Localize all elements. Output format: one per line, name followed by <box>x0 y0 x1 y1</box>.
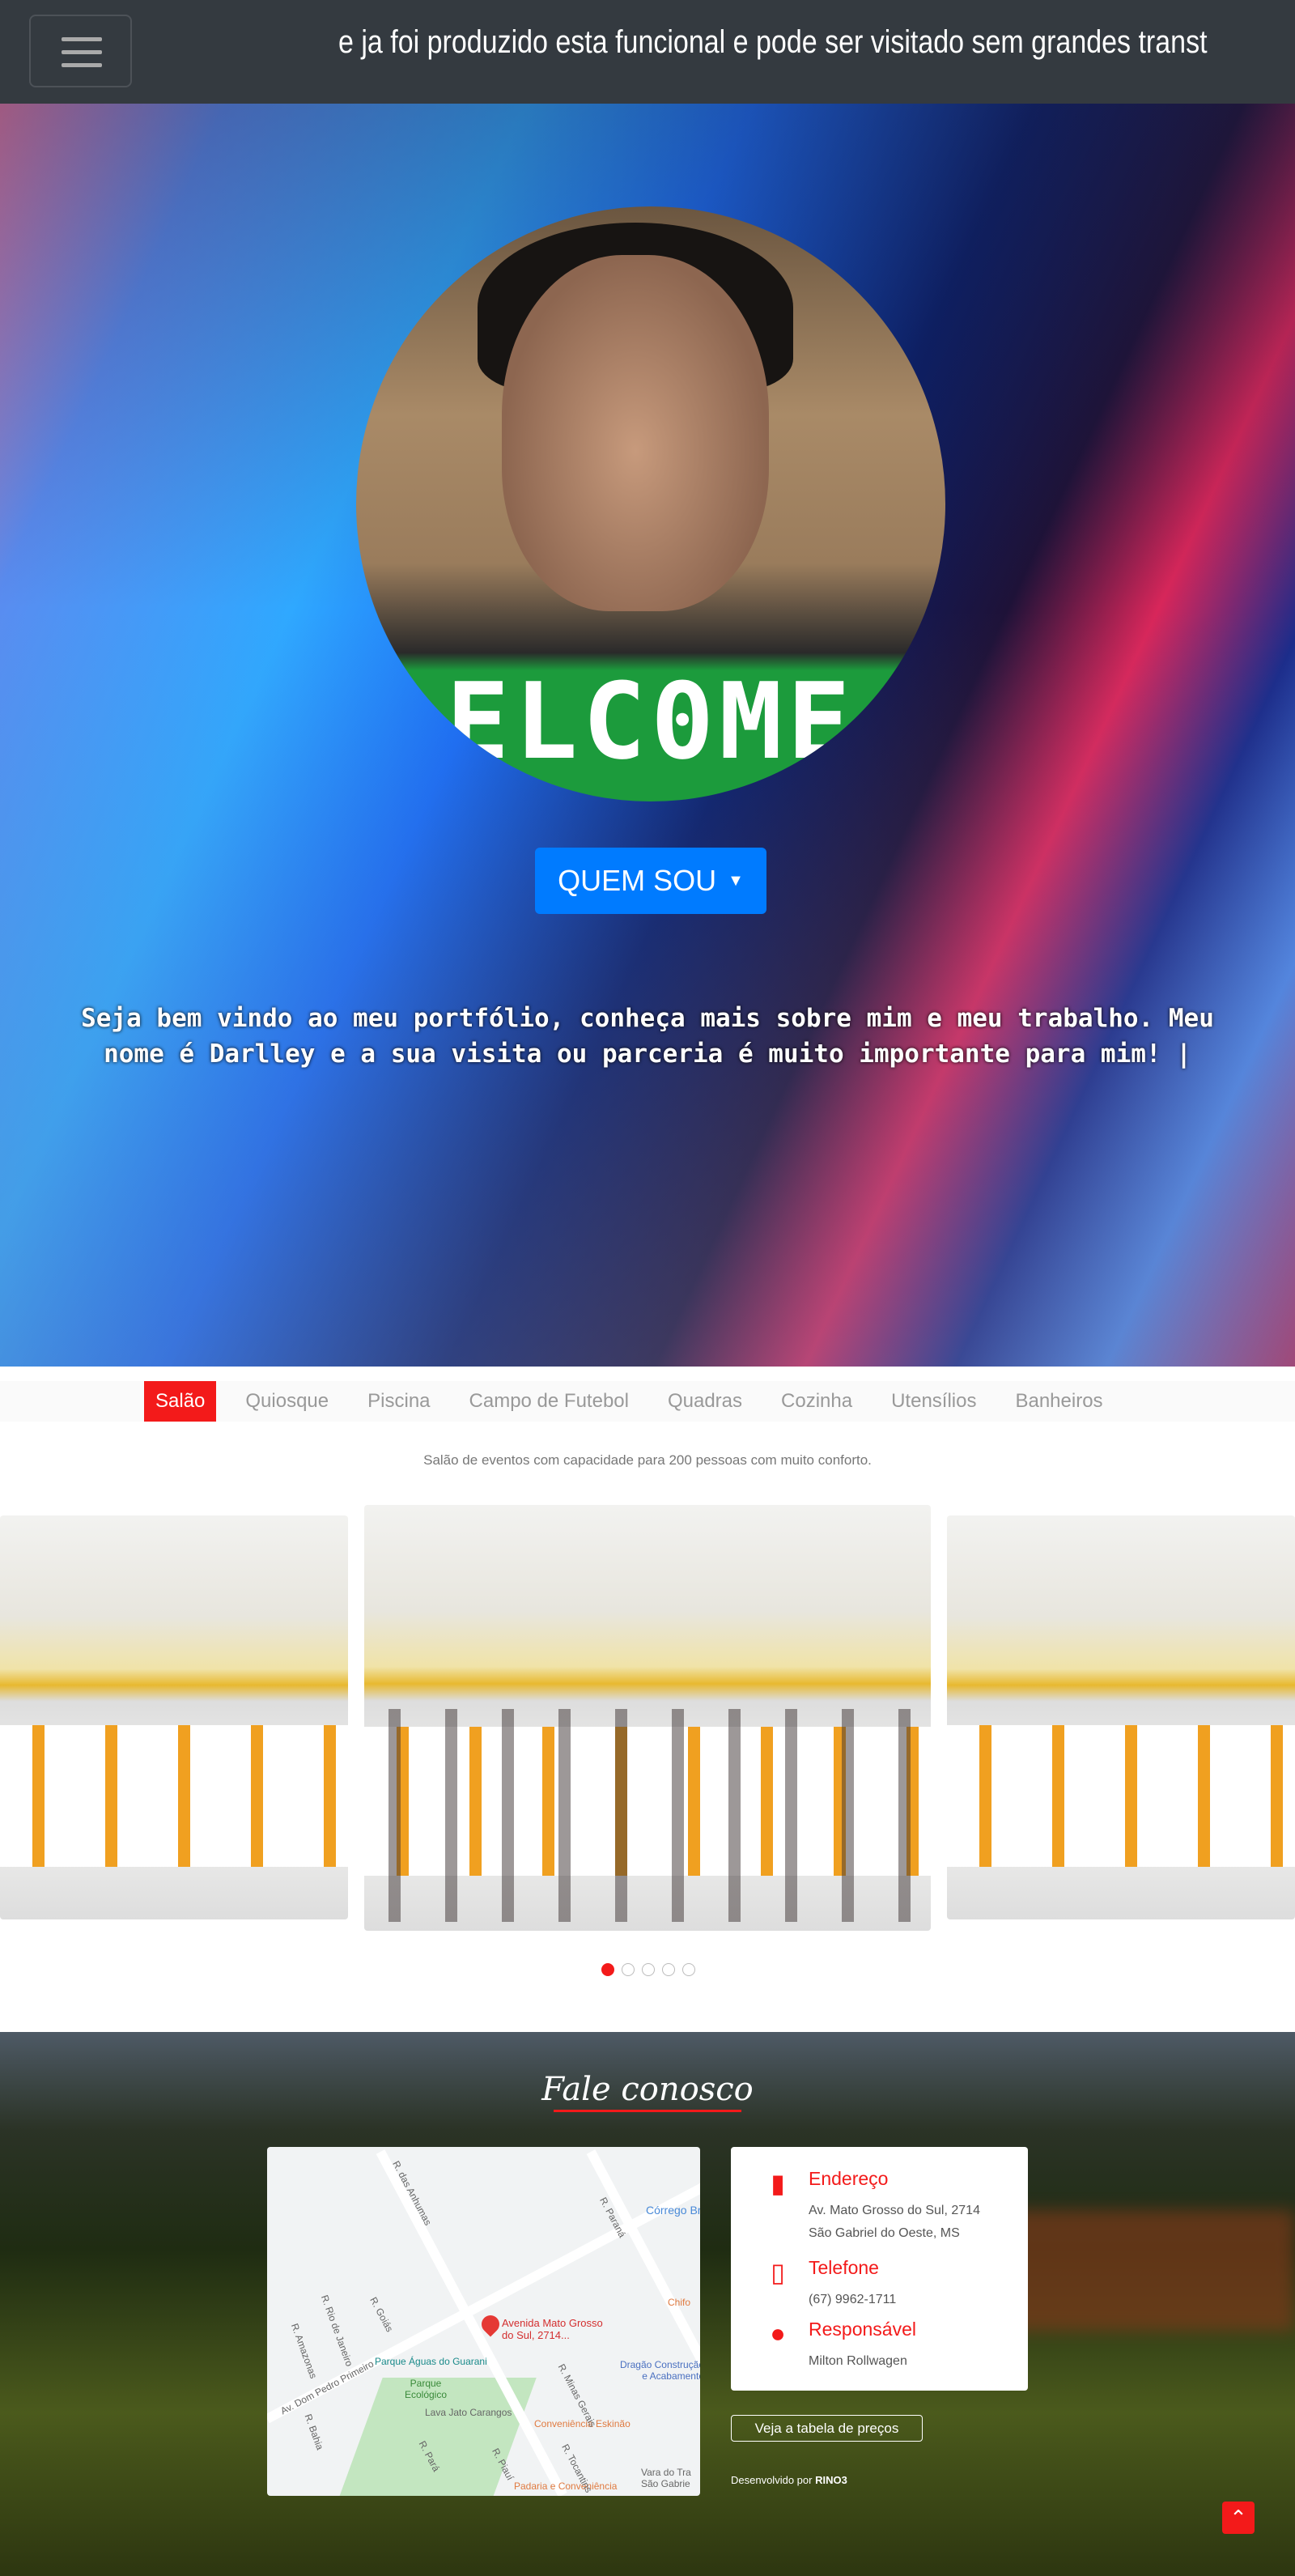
about-label: QUEM SOU <box>558 864 717 897</box>
address-title: Endereço <box>809 2168 889 2189</box>
back-to-top-button[interactable]: ⌃ <box>1222 2502 1255 2534</box>
address-line2: São Gabriel do Oeste, MS <box>809 2226 960 2240</box>
map-label: Chifo <box>668 2297 691 2308</box>
credit-brand-link[interactable]: RINO3 <box>815 2474 847 2486</box>
map-icon: ▮ <box>771 2169 785 2198</box>
caret-down-icon: ▼ <box>728 871 744 890</box>
map-label: Dragão Construção e Acabamento <box>619 2359 700 2382</box>
carousel-dot[interactable] <box>601 1963 614 1976</box>
gallery-caption: Salão de eventos com capacidade para 200… <box>423 1452 872 1468</box>
menu-toggle-button[interactable] <box>29 15 132 87</box>
hamburger-line <box>62 63 102 67</box>
intro-text: Seja bem vindo ao meu portfólio, conheça… <box>81 1004 1214 1069</box>
tab-quiosque[interactable]: Quiosque <box>245 1381 329 1422</box>
map-label: Av. Dom Pedro Primeiro <box>278 2357 376 2417</box>
map-label: Padaria e Conveniência <box>514 2480 618 2492</box>
phone-value[interactable]: (67) 9962-1711 <box>809 2289 896 2311</box>
responsible-row: ● Responsável Milton Rollwagen <box>763 2319 916 2373</box>
address-line1: Av. Mato Grosso do Sul, 2714 <box>809 2204 980 2217</box>
carousel-slide-prev[interactable] <box>0 1515 348 1919</box>
welcome-shirt-text: ELC0ME <box>446 660 856 783</box>
top-navbar: e ja foi produzido esta funcional e pode… <box>0 0 1295 104</box>
map-label: Vara do Tra São Gabrie <box>641 2467 691 2489</box>
face-shape <box>502 255 769 611</box>
map-label: R. Amazonas <box>288 2322 320 2380</box>
tab-quadras[interactable]: Quadras <box>668 1381 742 1422</box>
tab-banheiros[interactable]: Banheiros <box>1015 1381 1102 1422</box>
phone-title: Telefone <box>809 2257 879 2278</box>
tab-campo-de-futebol[interactable]: Campo de Futebol <box>469 1381 629 1422</box>
tab-salao[interactable]: Salão <box>144 1381 217 1422</box>
developer-credit: Desenvolvido por RINO3 <box>731 2474 847 2486</box>
person-icon: ● <box>770 2319 786 2348</box>
gallery-tabs: Salão Quiosque Piscina Campo de Futebol … <box>0 1381 1295 1422</box>
carousel-dot[interactable] <box>662 1963 675 1976</box>
title-underline <box>554 2110 741 2112</box>
map-label: R. Rio de Janeiro <box>318 2293 355 2368</box>
tables-shape <box>947 1725 1295 1868</box>
contact-card: ▮ Endereço Av. Mato Grosso do Sul, 2714 … <box>731 2147 1028 2391</box>
map-label: Conveniência Eskinão <box>534 2418 631 2429</box>
map-label: R. Bahia <box>302 2412 326 2452</box>
responsible-name: Milton Rollwagen <box>809 2354 907 2368</box>
location-map[interactable]: Avenida Mato Grosso do Sul, 2714... R. d… <box>267 2147 700 2496</box>
hamburger-icon <box>62 37 102 41</box>
responsible-title: Responsável <box>809 2319 916 2340</box>
scrolling-marquee: e ja foi produzido esta funcional e pode… <box>338 24 1208 60</box>
phone-icon: ▯ <box>771 2258 785 2287</box>
credit-prefix: Desenvolvido por <box>731 2474 813 2486</box>
tab-piscina[interactable]: Piscina <box>367 1381 430 1422</box>
map-label: Lava Jato Carangos <box>425 2407 512 2418</box>
profile-photo: ELC0ME <box>356 206 945 801</box>
price-table-button[interactable]: Veja a tabela de preços <box>731 2415 923 2442</box>
carousel-slide-active[interactable] <box>364 1505 931 1931</box>
chevron-up-icon: ⌃ <box>1229 2506 1247 2530</box>
map-label: Parque Ecológico <box>404 2378 448 2400</box>
about-dropdown-button[interactable]: QUEM SOU ▼ <box>535 848 766 914</box>
address-row: ▮ Endereço Av. Mato Grosso do Sul, 2714 … <box>763 2168 980 2245</box>
tab-cozinha[interactable]: Cozinha <box>781 1381 852 1422</box>
phone-row: ▯ Telefone (67) 9962-1711 <box>763 2257 896 2311</box>
carousel-dot[interactable] <box>642 1963 655 1976</box>
guests-shape <box>364 1709 931 1923</box>
hamburger-line <box>62 50 102 54</box>
carousel-indicators <box>601 1963 695 1976</box>
map-label: R. Goiás <box>367 2295 396 2334</box>
hero-section: ELC0ME QUEM SOU ▼ Seja bem vindo ao meu p… <box>0 104 1295 1367</box>
map-label: Córrego Br <box>646 2204 700 2217</box>
contact-title: Fale conosco <box>541 2071 754 2108</box>
tab-utensilios[interactable]: Utensílios <box>891 1381 976 1422</box>
carousel-dot[interactable] <box>622 1963 635 1976</box>
carousel-dot[interactable] <box>682 1963 695 1976</box>
map-label: Parque Águas do Guarani <box>375 2356 487 2367</box>
map-pin-label: Avenida Mato Grosso do Sul, 2714... <box>502 2317 603 2341</box>
tables-shape <box>0 1725 348 1868</box>
carousel-slide-next[interactable] <box>947 1515 1295 1919</box>
